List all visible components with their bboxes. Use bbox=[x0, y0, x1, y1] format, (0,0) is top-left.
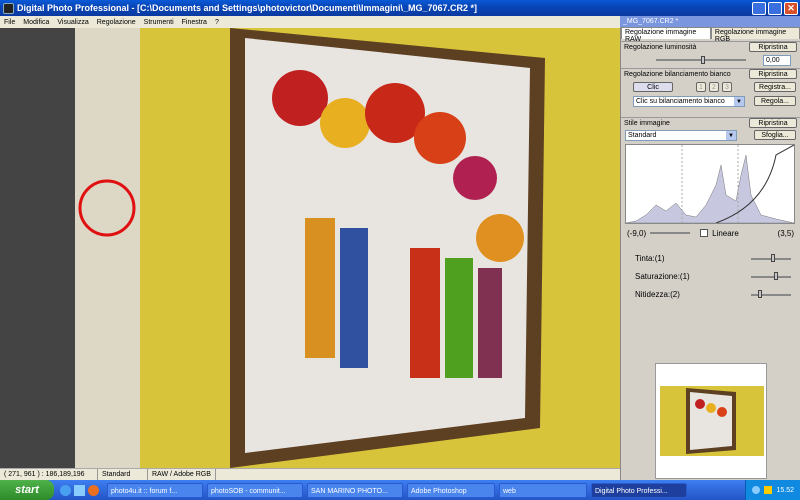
style-dropdown[interactable]: Standard ▼ bbox=[625, 129, 737, 141]
brightness-row: 0,00 bbox=[621, 52, 800, 68]
status-coords: ( 271, 961 ) : 186,189,196 bbox=[0, 468, 98, 481]
firefox-icon[interactable] bbox=[88, 484, 99, 496]
wb-click-button[interactable]: Clic bbox=[633, 81, 673, 92]
menu-tools[interactable]: Strumenti bbox=[140, 19, 178, 26]
photo bbox=[0, 28, 620, 468]
ie-icon[interactable] bbox=[60, 484, 71, 496]
linear-label: Lineare bbox=[712, 228, 739, 238]
wb-preset-3[interactable]: 3 bbox=[722, 81, 732, 92]
style-reset-button[interactable]: Ripristina bbox=[749, 118, 797, 128]
wb-select-row: Clic su bilanciamento bianco ▼ Regola... bbox=[621, 94, 800, 108]
style-browse-button[interactable]: Sfoglia... bbox=[754, 130, 796, 140]
taskbar: start photo4u.it :: forum f... photoSOB … bbox=[0, 480, 800, 500]
title-bar: Digital Photo Professional - [C:\Documen… bbox=[0, 0, 800, 16]
menu-edit[interactable]: Modifica bbox=[19, 19, 53, 26]
tray-icon[interactable] bbox=[764, 486, 773, 494]
window-title: Digital Photo Professional - [C:\Documen… bbox=[17, 3, 478, 13]
tint-label: Tinta:(1) bbox=[635, 254, 665, 263]
menu-window[interactable]: Finestra bbox=[178, 19, 211, 26]
sharpness-knob[interactable] bbox=[758, 290, 762, 298]
system-tray: 15.52 bbox=[745, 480, 800, 500]
saturation-row: Saturazione:(1) bbox=[621, 268, 800, 286]
tray-icon[interactable] bbox=[752, 486, 761, 494]
close-button[interactable]: ✕ bbox=[784, 1, 798, 15]
wb-preset-2[interactable]: 2 bbox=[709, 81, 719, 92]
wb-header: Regolazione bilanciamento bianco Riprist… bbox=[621, 68, 800, 79]
task-photosob[interactable]: photoSOB - communit... bbox=[207, 482, 303, 498]
status-style: Standard bbox=[98, 468, 148, 481]
task-dpp[interactable]: Digital Photo Professi... bbox=[591, 482, 687, 498]
sharpness-slider[interactable] bbox=[751, 294, 791, 296]
wb-dropdown-value: Clic su bilanciamento bianco bbox=[636, 97, 725, 105]
wb-adjust-button[interactable]: Regola... bbox=[754, 96, 796, 106]
menu-view[interactable]: Visualizza bbox=[53, 19, 92, 26]
wb-row: Clic 1 2 3 Registra... bbox=[621, 79, 800, 94]
wb-reset-button[interactable]: Ripristina bbox=[749, 69, 797, 79]
start-button[interactable]: start bbox=[0, 480, 54, 500]
status-bar: ( 271, 961 ) : 186,189,196 Standard RAW … bbox=[0, 468, 620, 481]
menu-adjust[interactable]: Regolazione bbox=[93, 19, 140, 26]
style-header: Stile immagine Ripristina bbox=[621, 117, 800, 128]
chevron-down-icon: ▼ bbox=[734, 96, 744, 106]
task-photoshop[interactable]: Adobe Photoshop bbox=[407, 482, 495, 498]
tone-curve-histogram[interactable] bbox=[625, 144, 795, 224]
tint-knob[interactable] bbox=[771, 254, 775, 262]
brightness-value[interactable]: 0,00 bbox=[763, 55, 791, 66]
menu-file[interactable]: File bbox=[0, 19, 19, 26]
sharpness-label: Nitidezza:(2) bbox=[635, 290, 680, 299]
clock: 15.52 bbox=[776, 486, 794, 494]
style-row: Standard ▼ Sfoglia... bbox=[621, 128, 800, 142]
style-dropdown-value: Standard bbox=[628, 131, 657, 139]
range-slider[interactable] bbox=[650, 232, 691, 234]
range-min: (-9,0) bbox=[627, 228, 647, 238]
brightness-header: Regolazione luminosità Ripristina bbox=[621, 41, 800, 52]
chevron-down-icon: ▼ bbox=[726, 130, 736, 140]
brightness-knob[interactable] bbox=[701, 56, 705, 64]
maximize-button[interactable] bbox=[768, 1, 782, 15]
tool-palette: Regolazione immagine RAW Regolazione imm… bbox=[620, 27, 800, 480]
wb-register-button[interactable]: Registra... bbox=[754, 81, 796, 92]
tab-raw[interactable]: Regolazione immagine RAW bbox=[621, 27, 711, 43]
sharpness-row: Nitidezza:(2) bbox=[621, 286, 800, 304]
task-sanmarino[interactable]: SAN MARINO PHOTO... bbox=[307, 482, 403, 498]
image-viewer[interactable] bbox=[0, 28, 620, 468]
wb-label: Regolazione bilanciamento bianco bbox=[624, 70, 731, 78]
range-row: (-9,0) Lineare (3,5) bbox=[621, 226, 800, 240]
brightness-reset-button[interactable]: Ripristina bbox=[749, 42, 797, 52]
saturation-knob[interactable] bbox=[774, 272, 778, 280]
range-max: (3,5) bbox=[777, 228, 794, 238]
palette-tabs: Regolazione immagine RAW Regolazione imm… bbox=[621, 27, 800, 43]
saturation-label: Saturazione:(1) bbox=[635, 272, 690, 281]
panel-title: _MG_7067.CR2 * bbox=[620, 16, 800, 27]
saturation-slider[interactable] bbox=[751, 276, 791, 278]
status-format: RAW / Adobe RGB bbox=[148, 468, 216, 481]
app-icon bbox=[3, 2, 14, 14]
task-photo4u[interactable]: photo4u.it :: forum f... bbox=[107, 482, 203, 498]
desktop-icon[interactable] bbox=[74, 484, 85, 496]
tab-rgb[interactable]: Regolazione immagine RGB bbox=[710, 27, 800, 43]
thumbnail-image bbox=[660, 386, 764, 456]
menu-bar: File Modifica Visualizza Regolazione Str… bbox=[0, 16, 620, 28]
menu-help[interactable]: ? bbox=[211, 19, 223, 26]
histogram-graph bbox=[625, 144, 795, 224]
wb-dropdown[interactable]: Clic su bilanciamento bianco ▼ bbox=[633, 95, 745, 107]
brightness-label: Regolazione luminosità bbox=[624, 43, 697, 51]
tint-row: Tinta:(1) bbox=[621, 250, 800, 268]
minimize-button[interactable] bbox=[752, 1, 766, 15]
task-web[interactable]: web bbox=[499, 482, 587, 498]
wb-preset-1[interactable]: 1 bbox=[696, 81, 706, 92]
quick-launch bbox=[60, 484, 99, 496]
linear-checkbox[interactable] bbox=[700, 229, 709, 237]
style-label: Stile immagine bbox=[624, 119, 670, 127]
navigator-thumbnail[interactable] bbox=[655, 363, 767, 479]
